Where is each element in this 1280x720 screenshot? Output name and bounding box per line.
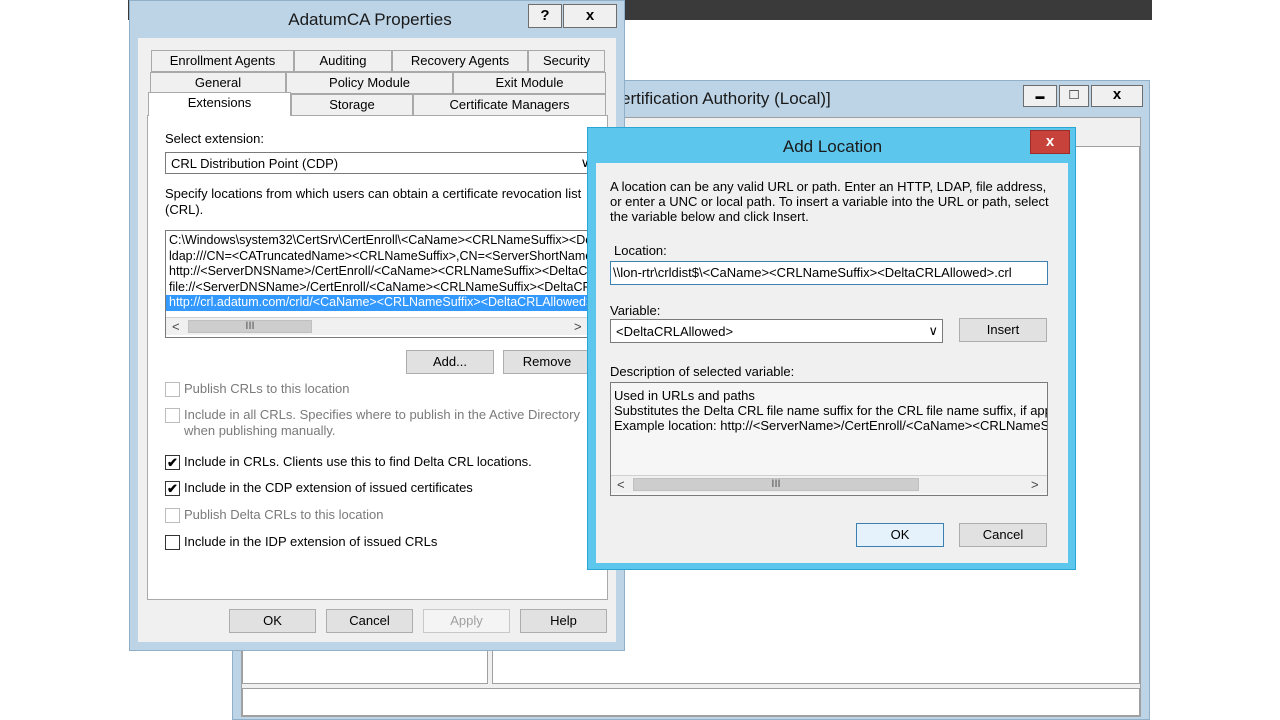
- intro-line-2: or enter a UNC or local path. To insert …: [610, 194, 1049, 209]
- locations-horizontal-scrollbar[interactable]: < III >: [166, 317, 594, 335]
- intro-line-1: A location can be any valid URL or path.…: [610, 179, 1047, 194]
- publish-crls-checkbox[interactable]: [165, 382, 180, 397]
- include-idp-extension-label: Include in the IDP extension of issued C…: [184, 534, 438, 549]
- ca-close-button[interactable]: x: [1091, 85, 1143, 107]
- list-item-selected[interactable]: http://crl.adatum.com/crld/<CaName><CRLN…: [166, 295, 594, 311]
- scrollbar-thumb[interactable]: III: [188, 320, 312, 333]
- variable-label: Variable:: [610, 303, 661, 318]
- description-label: Description of selected variable:: [610, 364, 795, 379]
- list-item[interactable]: http://<ServerDNSName>/CertEnroll/<CaNam…: [166, 264, 594, 280]
- scroll-left-icon[interactable]: <: [172, 318, 180, 335]
- maximize-button[interactable]: □: [1059, 85, 1089, 107]
- tab-certificate-managers[interactable]: Certificate Managers: [413, 94, 606, 116]
- list-item[interactable]: C:\Windows\system32\CertSrv\CertEnroll\<…: [166, 233, 594, 249]
- include-idp-extension-checkbox[interactable]: [165, 535, 180, 550]
- locations-list[interactable]: C:\Windows\system32\CertSrv\CertEnroll\<…: [165, 230, 595, 338]
- extension-select-value: CRL Distribution Point (CDP): [171, 156, 339, 171]
- close-icon: x: [585, 7, 595, 24]
- grip-icon: III: [245, 320, 255, 332]
- minimize-icon: ▬: [1035, 91, 1045, 101]
- intro-line-3: the variable below and click Insert.: [610, 209, 809, 224]
- add-location-dialog: Add Location x A location can be any val…: [587, 127, 1076, 570]
- include-in-crls-label: Include in CRLs. Clients use this to fin…: [184, 454, 532, 469]
- minimize-button[interactable]: ▬: [1023, 85, 1057, 107]
- apply-button[interactable]: Apply: [423, 609, 510, 633]
- cancel-button[interactable]: Cancel: [326, 609, 413, 633]
- add-location-close-button[interactable]: x: [1030, 130, 1070, 154]
- remove-button[interactable]: Remove: [503, 350, 591, 374]
- maximize-icon: □: [1069, 86, 1079, 103]
- include-all-crls-label-2: when publishing manually.: [184, 423, 336, 438]
- properties-body: Enrollment Agents Auditing Recovery Agen…: [138, 38, 616, 642]
- include-cdp-extension-label: Include in the CDP extension of issued c…: [184, 480, 473, 495]
- check-icon: ✔: [167, 481, 178, 496]
- tab-policy-module[interactable]: Policy Module: [286, 72, 453, 94]
- description-horizontal-scrollbar[interactable]: < III >: [611, 475, 1047, 493]
- add-location-body: A location can be any valid URL or path.…: [596, 163, 1068, 563]
- insert-button[interactable]: Insert: [959, 318, 1047, 342]
- description-line-3: Example location: http://<ServerName>/Ce…: [614, 418, 1048, 433]
- select-extension-label: Select extension:: [165, 131, 265, 146]
- add-location-ok-button[interactable]: OK: [856, 523, 944, 547]
- location-label: Location:: [614, 243, 667, 258]
- tab-security[interactable]: Security: [528, 50, 605, 72]
- tab-storage[interactable]: Storage: [291, 94, 413, 116]
- help-icon: ?: [540, 7, 550, 24]
- publish-delta-crls-label: Publish Delta CRLs to this location: [184, 507, 384, 522]
- add-location-cancel-button[interactable]: Cancel: [959, 523, 1047, 547]
- list-item[interactable]: ldap:///CN=<CATruncatedName><CRLNameSuff…: [166, 249, 594, 265]
- tab-exit-module[interactable]: Exit Module: [453, 72, 606, 94]
- tab-general[interactable]: General: [150, 72, 286, 94]
- include-in-crls-checkbox[interactable]: ✔: [165, 455, 180, 470]
- scroll-left-icon[interactable]: <: [617, 476, 625, 493]
- variable-select[interactable]: <DeltaCRLAllowed> ∨: [610, 319, 943, 343]
- extension-select[interactable]: CRL Distribution Point (CDP) ∨: [165, 152, 595, 174]
- help-title-button[interactable]: ?: [528, 4, 562, 28]
- properties-close-button[interactable]: x: [563, 4, 617, 28]
- ok-button[interactable]: OK: [229, 609, 316, 633]
- variable-description-box: Used in URLs and paths Substitutes the D…: [610, 382, 1048, 496]
- description-line-2: Substitutes the Delta CRL file name suff…: [614, 403, 1048, 418]
- help-button[interactable]: Help: [520, 609, 607, 633]
- scroll-right-icon[interactable]: >: [574, 318, 582, 335]
- tab-recovery-agents[interactable]: Recovery Agents: [392, 50, 528, 72]
- check-icon: ✔: [167, 455, 178, 470]
- scrollbar-thumb[interactable]: III: [633, 478, 919, 491]
- include-all-crls-checkbox[interactable]: [165, 408, 180, 423]
- include-cdp-extension-checkbox[interactable]: ✔: [165, 481, 180, 496]
- ca-status-bar: [242, 688, 1140, 716]
- extensions-panel: Select extension: CRL Distribution Point…: [147, 115, 608, 600]
- add-button[interactable]: Add...: [406, 350, 494, 374]
- description-line-1: Used in URLs and paths: [614, 388, 755, 403]
- include-all-crls-label: Include in all CRLs. Specifies where to …: [184, 407, 580, 422]
- publish-delta-crls-checkbox[interactable]: [165, 508, 180, 523]
- variable-select-value: <DeltaCRLAllowed>: [616, 324, 734, 339]
- list-item[interactable]: file://<ServerDNSName>/CertEnroll/<CaNam…: [166, 280, 594, 296]
- adatumca-properties-dialog: AdatumCA Properties ? x Enrollment Agent…: [129, 0, 625, 651]
- close-icon: x: [1112, 86, 1122, 103]
- specify-locations-text: Specify locations from which users can o…: [165, 186, 582, 217]
- close-icon: x: [1045, 133, 1055, 150]
- tab-auditing[interactable]: Auditing: [294, 50, 392, 72]
- location-input[interactable]: \\lon-rtr\crldist$\<CaName><CRLNameSuffi…: [610, 261, 1048, 285]
- add-location-title: Add Location: [782, 137, 883, 156]
- grip-icon: III: [771, 478, 781, 490]
- tab-extensions[interactable]: Extensions: [148, 92, 291, 116]
- publish-crls-label: Publish CRLs to this location: [184, 381, 350, 396]
- tab-enrollment-agents[interactable]: Enrollment Agents: [151, 50, 294, 72]
- chevron-down-icon: ∨: [928, 323, 938, 338]
- ca-window-title: ertification Authority (Local)]: [621, 89, 831, 108]
- scroll-right-icon[interactable]: >: [1031, 476, 1039, 493]
